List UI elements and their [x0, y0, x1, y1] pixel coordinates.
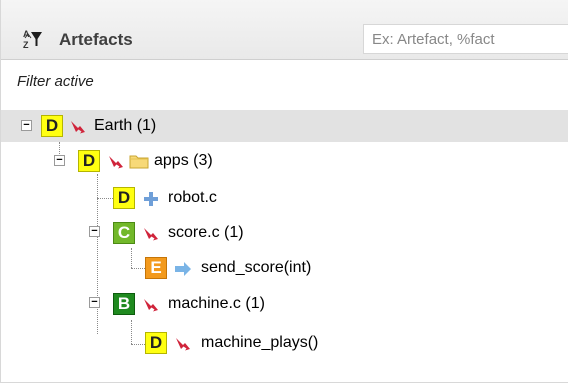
red-arrow-icon — [71, 121, 85, 134]
tree-item-label: machine.c (1) — [168, 295, 265, 312]
collapse-toggle-icon[interactable]: − — [89, 226, 100, 237]
badge-d: D — [113, 187, 135, 209]
search-input[interactable] — [363, 24, 568, 54]
badge-d: D — [78, 150, 100, 172]
badge-e: E — [145, 257, 167, 279]
red-arrow-icon — [109, 156, 123, 169]
panel-title: Artefacts — [59, 30, 133, 49]
badge-d: D — [145, 332, 167, 354]
panel-header: A Z Artefacts — [1, 0, 568, 60]
tree-connector — [131, 268, 145, 269]
badge-b: B — [113, 293, 135, 315]
svg-text:A: A — [23, 29, 30, 39]
tree-connector — [131, 248, 132, 268]
tree-item-label: score.c (1) — [168, 224, 244, 241]
collapse-toggle-icon[interactable]: − — [54, 155, 65, 166]
collapse-toggle-icon[interactable]: − — [89, 297, 100, 308]
sort-filter-icon[interactable]: A Z — [23, 28, 43, 50]
svg-text:Z: Z — [23, 40, 29, 50]
tree-item-label: robot.c — [168, 189, 217, 206]
badge-d: D — [41, 115, 63, 137]
blue-right-arrow-icon — [175, 262, 191, 276]
red-arrow-icon — [144, 228, 158, 241]
folder-icon — [129, 155, 149, 169]
tree-item-label: send_score(int) — [201, 259, 312, 276]
tree-item-label: Earth (1) — [94, 117, 157, 134]
collapse-toggle-icon[interactable]: − — [21, 120, 32, 131]
tree-connector — [131, 320, 132, 344]
tree-item-label: machine_plays() — [201, 334, 319, 351]
blue-plus-icon — [144, 192, 158, 206]
badge-c: C — [113, 222, 135, 244]
tree-item-label: apps (3) — [154, 152, 213, 169]
artefacts-panel: A Z Artefacts Filter active − D Earth (1… — [0, 0, 568, 383]
filter-status: Filter active — [17, 73, 94, 90]
tree-connector — [131, 344, 145, 345]
red-arrow-icon — [144, 299, 158, 312]
tree-connector — [97, 198, 113, 199]
red-arrow-icon — [176, 338, 190, 351]
